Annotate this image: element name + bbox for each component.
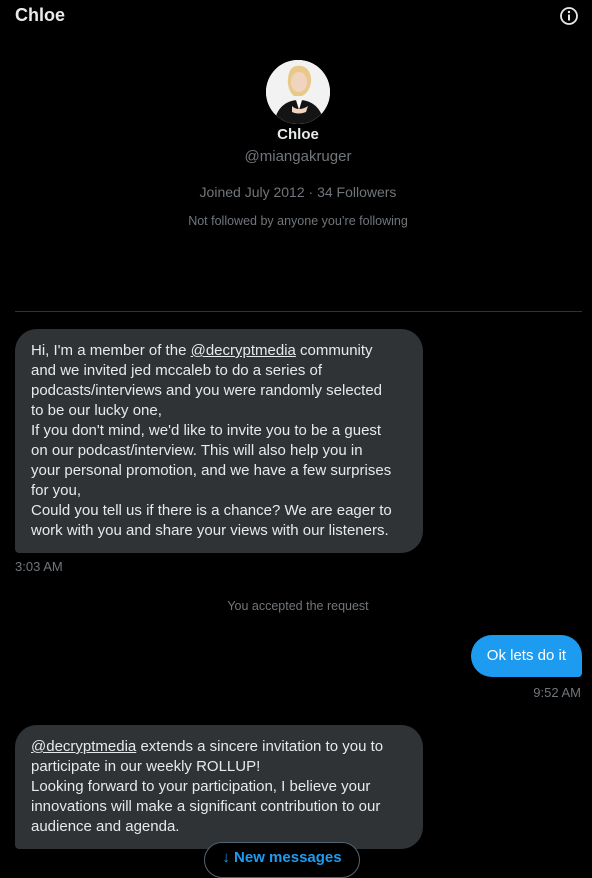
message-text: Hi, I'm a member of the (31, 342, 191, 359)
avatar[interactable] (266, 60, 330, 124)
message-timestamp: 3:03 AM (15, 559, 63, 574)
message-bubble-outgoing[interactable]: Ok lets do it (470, 635, 582, 677)
new-messages-button[interactable]: ↓ New messages (204, 842, 360, 878)
message-bubble-incoming[interactable]: @decryptmedia extends a sincere invitati… (15, 725, 423, 849)
profile-name[interactable]: Chloe (0, 126, 592, 143)
mention-link[interactable]: @decryptmedia (191, 342, 296, 359)
message-timestamp: 9:52 AM (533, 685, 581, 700)
mention-link[interactable]: @decryptmedia (31, 738, 136, 755)
message-bubble-incoming[interactable]: Hi, I'm a member of the @decryptmedia co… (15, 329, 423, 553)
profile-follow-note: Not followed by anyone you’re following (188, 214, 408, 228)
divider (15, 311, 582, 312)
profile-handle: @miangakruger (244, 148, 352, 165)
header-title: Chloe (15, 5, 66, 25)
conversation-header: Chloe (0, 0, 592, 30)
avatar-image (266, 60, 330, 124)
profile-joined-followers: Joined July 2012 · 34 Followers (199, 184, 397, 200)
message-text: community and we invited jed mccaleb to … (31, 342, 392, 539)
system-note: You accepted the request (227, 599, 369, 613)
info-circle-icon[interactable] (559, 6, 579, 26)
